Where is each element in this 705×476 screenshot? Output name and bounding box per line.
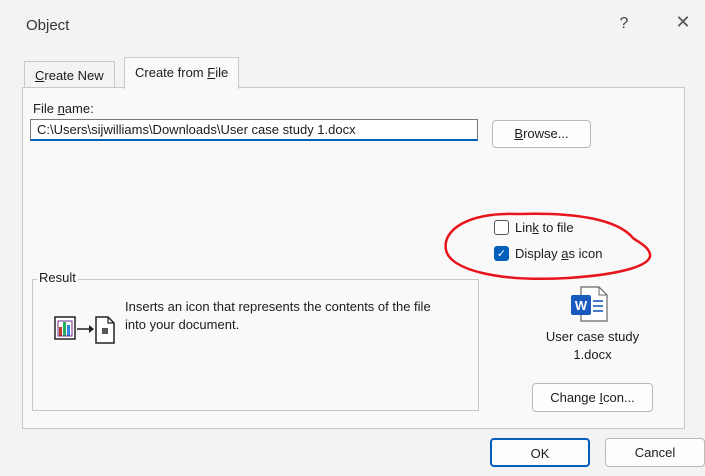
help-button[interactable]: ?	[614, 15, 634, 33]
cancel-button[interactable]: Cancel	[605, 438, 705, 467]
title-bar: Object ? ✕	[0, 0, 705, 50]
result-description: Inserts an icon that represents the cont…	[125, 299, 431, 332]
tab-create-from-file[interactable]: Create from File	[124, 57, 240, 89]
insert-icon-illustration-icon	[54, 316, 115, 344]
label-pre: File	[33, 101, 58, 116]
file-name-input[interactable]	[30, 119, 478, 141]
change-icon-label-post: con...	[602, 390, 635, 405]
tab-label-post: reate New	[44, 68, 104, 83]
result-label: Result	[37, 270, 78, 285]
browse-label-key: B	[514, 126, 524, 141]
icon-caption-line2: 1.docx	[573, 347, 612, 362]
icon-caption: User case study 1.docx	[520, 328, 665, 364]
tab-label-key: C	[35, 68, 45, 83]
label-post: ame:	[64, 101, 94, 116]
browse-label-post: rowse...	[523, 126, 569, 141]
word-document-icon: W	[571, 286, 608, 322]
browse-button[interactable]: Browse...	[492, 120, 591, 148]
file-name-label: File name:	[33, 101, 94, 116]
dialog-title: Object	[26, 17, 70, 34]
tab-label-key: F	[207, 65, 216, 80]
red-circle-annotation	[444, 212, 652, 280]
svg-text:W: W	[575, 298, 588, 313]
change-icon-label-pre: Change	[550, 390, 600, 405]
close-button[interactable]: ✕	[671, 12, 695, 33]
tab-create-new[interactable]: Create New	[24, 61, 115, 89]
ok-button[interactable]: OK	[490, 438, 590, 467]
change-icon-button[interactable]: Change Icon...	[532, 383, 653, 412]
label-key: n	[57, 101, 65, 116]
icon-caption-line1: User case study	[545, 329, 640, 344]
tab-label-pre: Create from	[135, 65, 208, 80]
tab-label-post: ile	[215, 65, 229, 80]
